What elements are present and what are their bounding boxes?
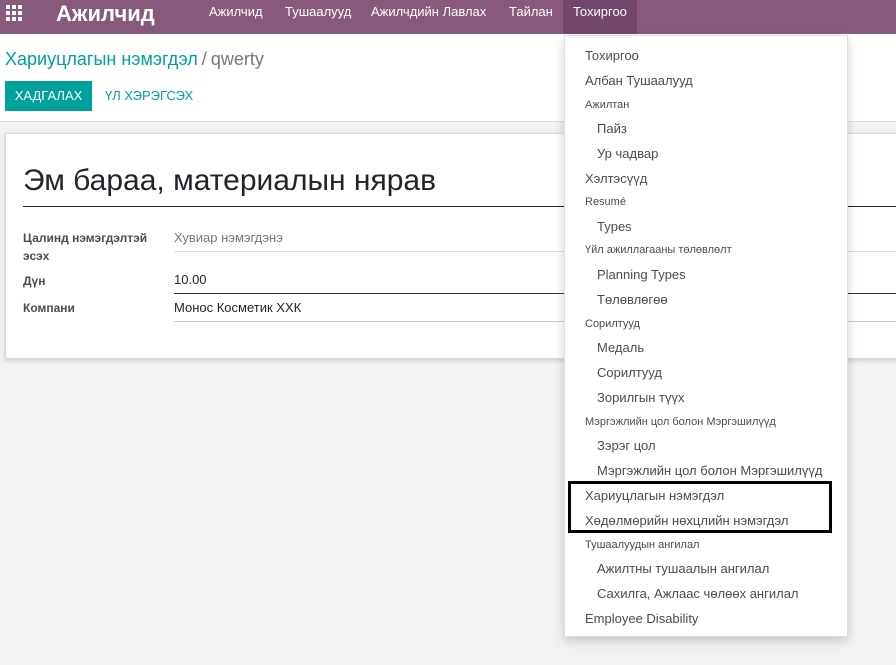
menu-reports[interactable]: Тайлан <box>509 0 553 34</box>
dropdown-item-badges[interactable]: Медаль <box>597 340 644 356</box>
dropdown-header-employee: Ажилтан <box>585 99 630 111</box>
top-navbar: Ажилчид Ажилчид Тушаалууд Ажилчдийн Лавл… <box>0 0 896 34</box>
breadcrumb: Хариуцлагын нэмэгдэл / qwerty <box>5 49 264 70</box>
dropdown-header-planning: Үйл ажиллагааны төлөвлөлт <box>585 244 732 256</box>
dropdown-item-types[interactable]: Types <box>597 219 632 235</box>
field-label-allowance: Цалинд нэмэгдэлтэй эсэх <box>23 231 148 263</box>
apps-grid-icon[interactable] <box>6 5 24 21</box>
dropdown-header-degrees: Мэргэжлийн цол болон Мэргэшилүүд <box>585 416 776 428</box>
field-label-amount: Дүн <box>23 274 46 288</box>
app-brand[interactable]: Ажилчид <box>56 1 155 27</box>
configuration-dropdown: Тохиргоо Албан Тушаалууд Ажилтан Пайз Ур… <box>564 35 848 637</box>
menu-configuration[interactable]: Тохиргоо <box>563 0 637 34</box>
dropdown-item-employee-disability[interactable]: Employee Disability <box>585 611 698 627</box>
dropdown-item-ranks[interactable]: Зэрэг цол <box>597 438 656 454</box>
dropdown-item-tags[interactable]: Пайз <box>597 121 627 137</box>
dropdown-item-skills[interactable]: Ур чадвар <box>597 146 658 162</box>
dropdown-header-order-categories: Тушаалуудын ангилал <box>585 539 700 551</box>
dropdown-item-plans[interactable]: Төлөвлөгөө <box>597 292 668 308</box>
menu-directory[interactable]: Ажилчдийн Лавлах <box>371 0 486 34</box>
dropdown-item-configuration[interactable]: Тохиргоо <box>585 48 639 64</box>
menu-employees[interactable]: Ажилчид <box>209 0 263 34</box>
dropdown-item-challenges[interactable]: Сорилтууд <box>597 365 662 381</box>
dropdown-item-employee-order-category[interactable]: Ажилтны тушаалын ангилал <box>597 561 769 577</box>
breadcrumb-current: qwerty <box>210 49 264 69</box>
menu-orders[interactable]: Тушаалууд <box>285 0 351 34</box>
breadcrumb-parent-link[interactable]: Хариуцлагын нэмэгдэл <box>5 49 198 69</box>
field-label-company: Компани <box>23 301 75 315</box>
save-button[interactable]: ХАДГАЛАХ <box>5 81 92 111</box>
dropdown-item-goal-history[interactable]: Зорилгын түүх <box>597 390 685 406</box>
dropdown-item-degrees[interactable]: Мэргэжлийн цол болон Мэргэшилүүд <box>597 463 822 479</box>
dropdown-item-planning-types[interactable]: Planning Types <box>597 267 686 283</box>
dropdown-header-resume: Resumé <box>585 196 626 208</box>
breadcrumb-separator: / <box>201 49 207 69</box>
dropdown-item-job-positions[interactable]: Албан Тушаалууд <box>585 73 693 89</box>
dropdown-item-discipline-category[interactable]: Сахилга, Ажлаас чөлөөх ангилал <box>597 586 799 602</box>
discard-button[interactable]: ҮЛ ХЭРЭГСЭХ <box>105 81 193 111</box>
dropdown-header-challenges: Сорилтууд <box>585 318 640 330</box>
dropdown-item-departments[interactable]: Хэлтэсүүд <box>585 171 647 187</box>
highlight-annotation-box <box>568 481 832 533</box>
